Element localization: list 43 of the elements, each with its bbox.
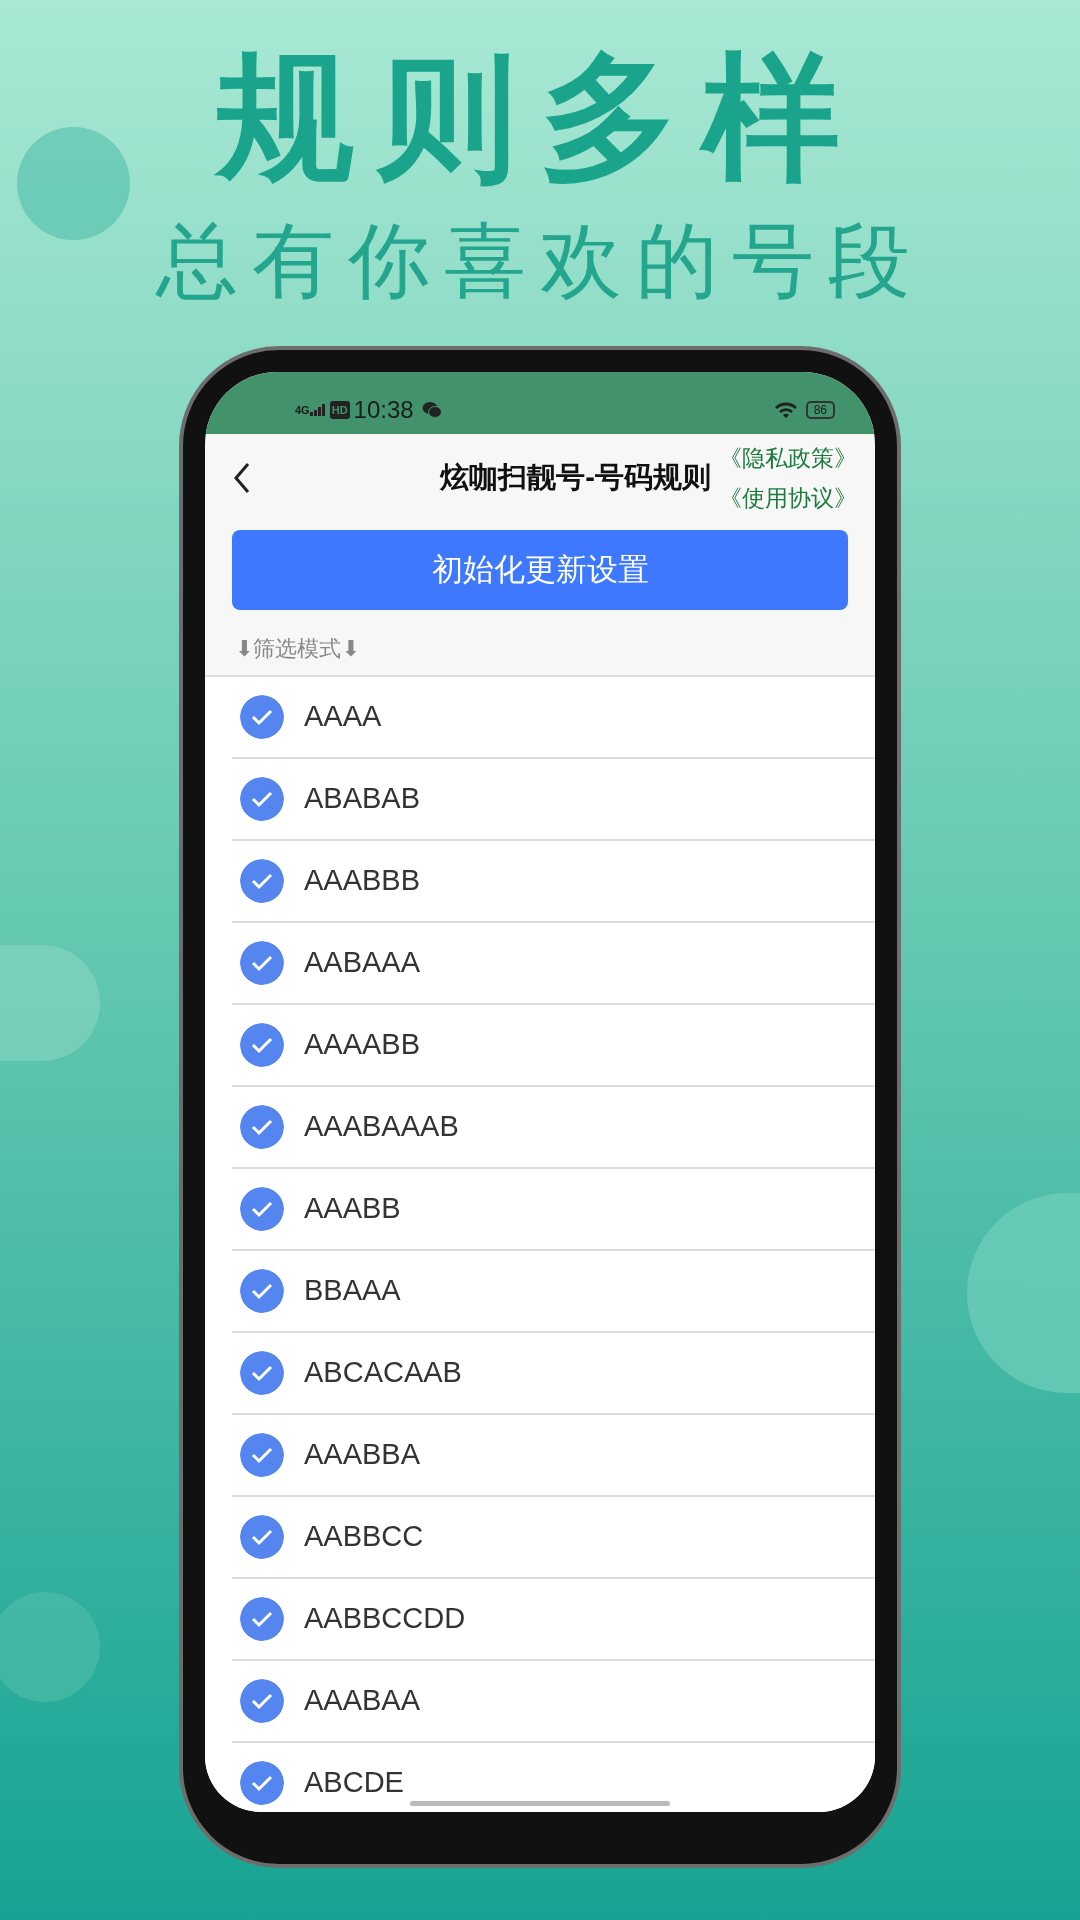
checked-icon[interactable] xyxy=(240,1761,284,1805)
rule-label: ABCDE xyxy=(304,1765,404,1801)
checked-icon[interactable] xyxy=(240,1433,284,1477)
rule-label: AAABBA xyxy=(304,1437,421,1473)
page-title: 炫咖扫靓号-号码规则 xyxy=(440,460,711,496)
rule-label: AAABAA xyxy=(304,1683,421,1719)
reset-settings-button[interactable]: 初始化更新设置 xyxy=(232,530,848,610)
policy-link[interactable]: 《隐私政策》 xyxy=(719,438,857,478)
section-label: ⬇筛选模式⬇ xyxy=(235,636,360,661)
back-icon[interactable] xyxy=(233,462,251,494)
checked-icon[interactable] xyxy=(240,1023,284,1067)
checked-icon[interactable] xyxy=(240,1187,284,1231)
rule-label: AAAA xyxy=(304,699,382,735)
signal-icon xyxy=(309,404,326,416)
rule-label: AABBCC xyxy=(304,1519,424,1555)
hd-badge: HD xyxy=(329,400,350,420)
policy-link[interactable]: 《使用协议》 xyxy=(719,478,857,518)
rule-label: ABCACAAB xyxy=(304,1355,462,1391)
rule-label: AAABAAAB xyxy=(304,1109,459,1145)
checked-icon[interactable] xyxy=(240,1105,284,1149)
subheadline: 总有你喜欢的号段 xyxy=(156,215,924,306)
rule-label: AAABBB xyxy=(304,863,421,899)
rule-label: ABABAB xyxy=(304,781,421,817)
headline: 规则多样 xyxy=(216,40,864,194)
checked-icon[interactable] xyxy=(240,695,284,739)
checked-icon[interactable] xyxy=(240,777,284,821)
wifi-icon xyxy=(773,401,798,419)
checked-icon[interactable] xyxy=(240,1597,284,1641)
rule-label: AAABB xyxy=(304,1191,401,1227)
network-indicator: 4G xyxy=(295,402,310,418)
rule-label: AABBCCDD xyxy=(304,1601,466,1637)
rule-label: BBAAA xyxy=(304,1273,401,1309)
chat-icon xyxy=(421,401,442,419)
checked-icon[interactable] xyxy=(240,1679,284,1723)
clock: 10:38 xyxy=(353,395,414,425)
checked-icon[interactable] xyxy=(240,1269,284,1313)
rule-label: AAAABB xyxy=(304,1027,421,1063)
checked-icon[interactable] xyxy=(240,941,284,985)
checked-icon[interactable] xyxy=(240,1515,284,1559)
checked-icon[interactable] xyxy=(240,1351,284,1395)
battery-indicator: 86 xyxy=(805,401,835,419)
rule-label: AABAAA xyxy=(304,945,421,981)
checked-icon[interactable] xyxy=(240,859,284,903)
